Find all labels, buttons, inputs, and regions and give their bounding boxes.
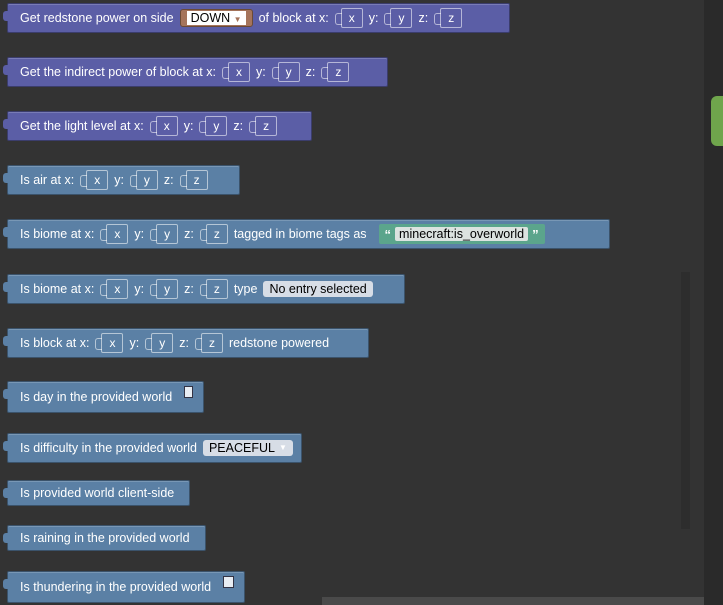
z-label: z: (184, 282, 194, 296)
y-input-slot[interactable]: y (199, 116, 228, 136)
block-label: Get redstone power on side (20, 11, 174, 25)
block-label: Is difficulty in the provided world (20, 441, 197, 455)
z-input-slot[interactable]: z (194, 333, 223, 353)
z-label: z: (418, 11, 429, 25)
z-label: z: (163, 173, 174, 187)
z-label: z: (233, 119, 244, 133)
offscreen-block[interactable] (711, 96, 723, 146)
z-input-slot[interactable]: z (179, 170, 208, 190)
z-input-slot[interactable]: z (199, 224, 228, 244)
block-label: redstone powered (228, 336, 330, 350)
blockly-workspace[interactable]: Get redstone power on side DOWN ▼ of blo… (0, 0, 723, 605)
biome-type-dropdown[interactable]: No entry selected (263, 281, 373, 297)
z-input-slot[interactable]: z (249, 116, 278, 136)
string-value[interactable]: minecraft:is_overworld (395, 227, 529, 241)
z-label: z: (184, 227, 194, 241)
side-dropdown[interactable]: DOWN ▼ (179, 9, 253, 27)
close-quote-icon: ” (532, 226, 539, 242)
block-is-difficulty[interactable]: Is difficulty in the provided world PEAC… (3, 433, 302, 463)
block-is-biome-type[interactable]: Is biome at x: x y: y z: z type No entry… (3, 274, 405, 304)
block-label: Is biome at x: (20, 282, 95, 296)
y-input-slot[interactable]: y (145, 333, 174, 353)
comment-icon[interactable] (223, 576, 234, 588)
block-label: type (233, 282, 258, 296)
block-label: Is air at x: (20, 173, 75, 187)
y-label: y: (114, 173, 124, 187)
side-dropdown-value: DOWN (190, 11, 231, 25)
y-label: y: (368, 11, 379, 25)
difficulty-dropdown-value: PEACEFUL (208, 441, 275, 455)
flyout-edge (704, 0, 723, 605)
x-input-slot[interactable]: x (80, 170, 109, 190)
block-is-biome-tagged[interactable]: Is biome at x: x y: y z: z tagged in bio… (3, 219, 610, 249)
block-get-redstone-power[interactable]: Get redstone power on side DOWN ▼ of blo… (3, 3, 510, 33)
y-label: y: (183, 119, 194, 133)
block-label: tagged in biome tags as (233, 227, 367, 241)
block-is-day[interactable]: Is day in the provided world (3, 381, 204, 413)
vertical-scrollbar[interactable] (681, 272, 690, 529)
block-is-raining[interactable]: Is raining in the provided world (3, 525, 206, 551)
z-input-slot[interactable]: z (321, 62, 350, 82)
dropdown-arrow-icon: ▼ (278, 443, 287, 452)
string-block[interactable]: “ minecraft:is_overworld ” (378, 224, 545, 244)
block-get-indirect-power[interactable]: Get the indirect power of block at x: x … (3, 57, 388, 87)
block-label: Is provided world client-side (20, 486, 175, 500)
block-label: of block at x: (258, 11, 329, 25)
x-input-slot[interactable]: x (149, 116, 178, 136)
z-input-slot[interactable]: z (434, 8, 463, 28)
block-label: Is block at x: (20, 336, 90, 350)
y-label: y: (134, 227, 145, 241)
block-label: Get the indirect power of block at x: (20, 65, 216, 79)
x-input-slot[interactable]: x (334, 8, 363, 28)
block-is-thundering[interactable]: Is thundering in the provided world (3, 571, 245, 603)
y-input-slot[interactable]: y (150, 279, 179, 299)
block-label: Get the light level at x: (20, 119, 144, 133)
block-get-light-level[interactable]: Get the light level at x: x y: y z: z (3, 111, 312, 141)
y-input-slot[interactable]: y (271, 62, 300, 82)
y-input-slot[interactable]: y (150, 224, 179, 244)
y-label: y: (129, 336, 140, 350)
y-input-slot[interactable]: y (129, 170, 158, 190)
y-input-slot[interactable]: y (384, 8, 413, 28)
block-label: Is raining in the provided world (20, 531, 190, 545)
y-label: y: (134, 282, 145, 296)
block-is-redstone-powered[interactable]: Is block at x: x y: y z: z redstone powe… (3, 328, 369, 358)
block-is-client-side[interactable]: Is provided world client-side (3, 480, 190, 506)
block-is-air[interactable]: Is air at x: x y: y z: z (3, 165, 240, 195)
horizontal-scrollbar[interactable] (322, 597, 723, 605)
block-label: Is day in the provided world (20, 390, 173, 404)
x-input-slot[interactable]: x (221, 62, 250, 82)
z-label: z: (305, 65, 316, 79)
open-quote-icon: “ (384, 226, 392, 242)
z-input-slot[interactable]: z (199, 279, 228, 299)
x-input-slot[interactable]: x (95, 333, 124, 353)
y-label: y: (255, 65, 266, 79)
comment-icon[interactable] (184, 386, 193, 398)
x-input-slot[interactable]: x (100, 279, 129, 299)
block-label: Is biome at x: (20, 227, 95, 241)
difficulty-dropdown[interactable]: PEACEFUL ▼ (202, 440, 293, 456)
dropdown-arrow-icon: ▼ (233, 15, 242, 24)
block-label: Is thundering in the provided world (20, 580, 212, 594)
x-input-slot[interactable]: x (100, 224, 129, 244)
z-label: z: (179, 336, 189, 350)
